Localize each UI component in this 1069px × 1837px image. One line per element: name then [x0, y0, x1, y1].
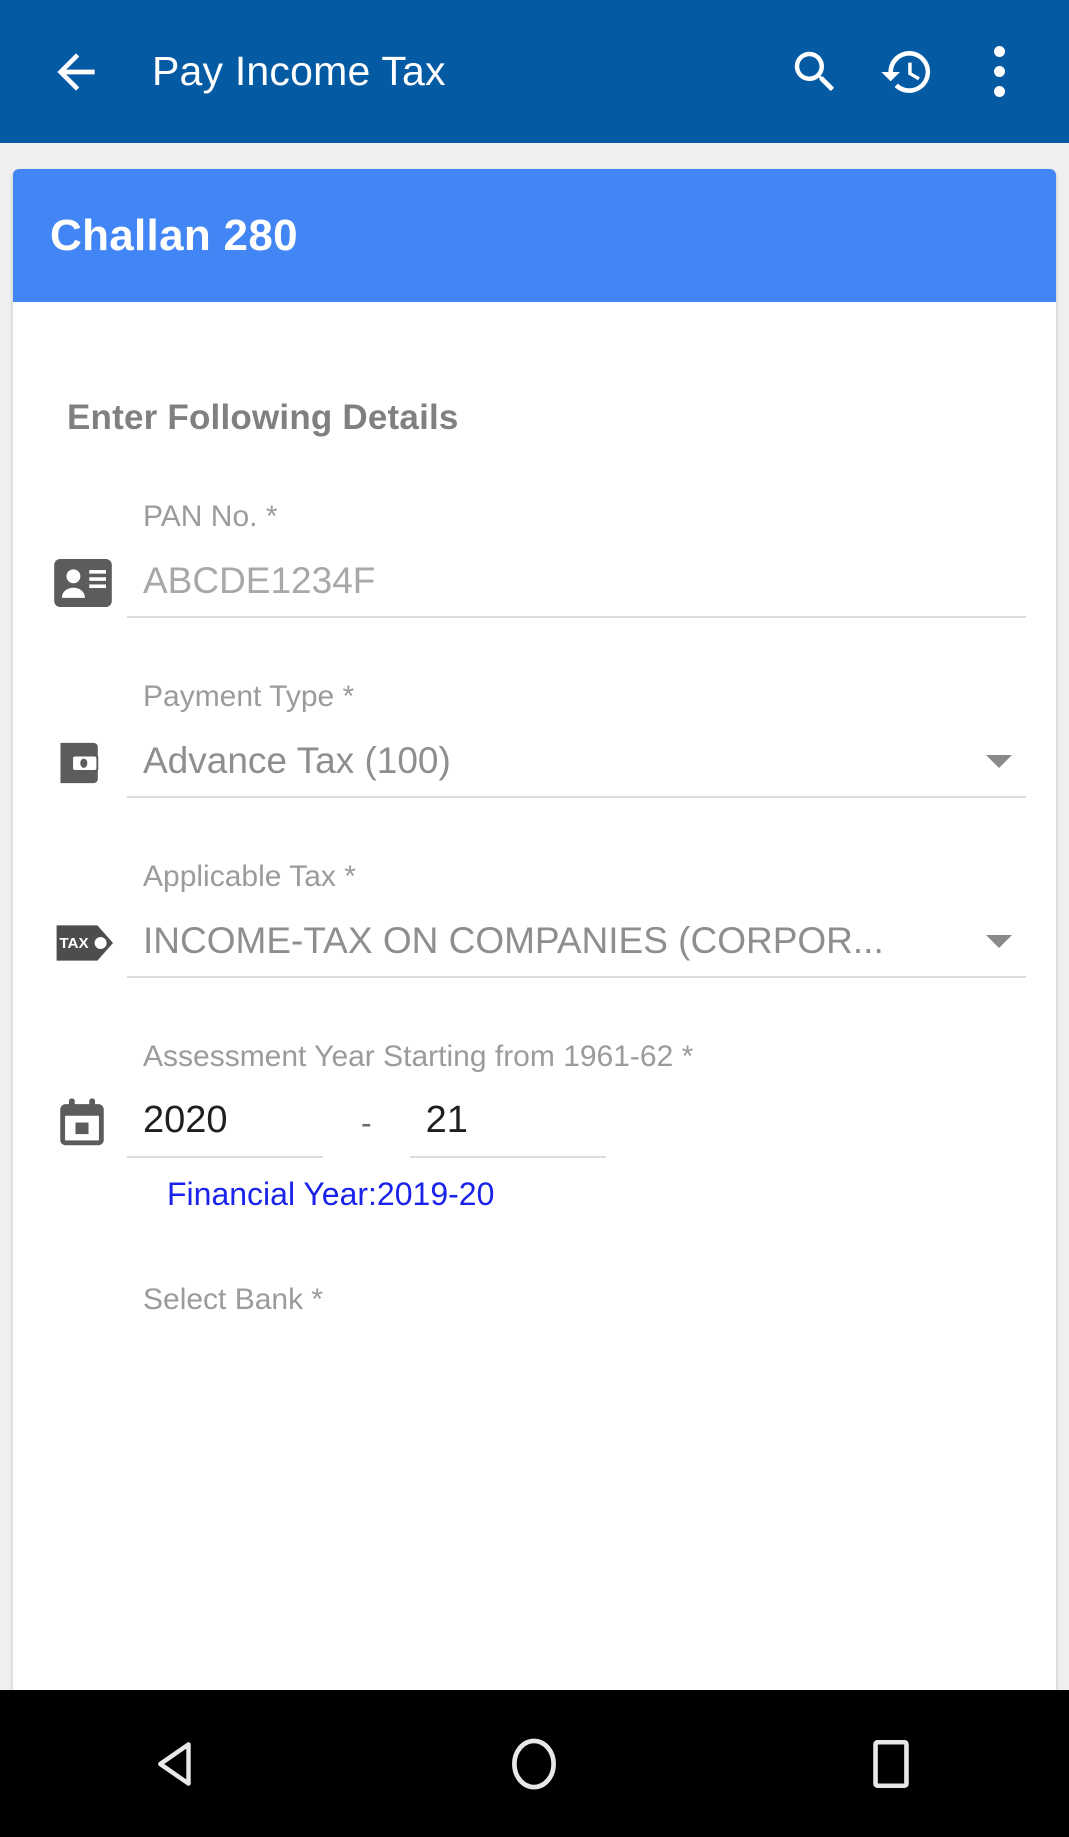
more-vert-icon: [993, 46, 1005, 97]
tax-tag-icon: TAX: [53, 914, 127, 978]
assessment-year-end-input[interactable]: 21: [409, 1096, 606, 1158]
back-button[interactable]: [28, 24, 124, 120]
applicable-tax-select[interactable]: INCOME-TAX ON COMPANIES (CORPOR...: [127, 916, 1026, 978]
calendar-icon: [53, 1094, 127, 1158]
card-title: Challan 280: [50, 210, 298, 260]
overflow-menu-button[interactable]: [953, 26, 1045, 118]
app-bar-title: Pay Income Tax: [152, 48, 446, 94]
nav-home-button[interactable]: [459, 1714, 609, 1814]
wallet-icon: [53, 734, 127, 798]
chevron-down-icon: [986, 755, 1012, 768]
field-payment-type: Payment Type * Advance Tax (100): [13, 680, 1056, 798]
financial-year-text: Financial Year:2019-20: [167, 1176, 495, 1212]
assessment-year-end-value: 21: [425, 1099, 468, 1141]
select-bank-label: Select Bank *: [143, 1283, 324, 1316]
svg-text:TAX: TAX: [59, 935, 88, 952]
android-navigation-bar: [0, 1690, 1069, 1837]
search-button[interactable]: [769, 26, 861, 118]
assessment-year-start-value: 2020: [143, 1099, 228, 1141]
card-body: Enter Following Details PAN No. * ABCDE1…: [13, 398, 1056, 1357]
applicable-tax-label: Applicable Tax *: [143, 860, 356, 893]
app-bar-actions: [769, 26, 1069, 118]
pan-input[interactable]: ABCDE1234F: [127, 556, 1026, 618]
challan-card: Challan 280 Enter Following Details PAN …: [13, 169, 1056, 1690]
applicable-tax-row: TAX INCOME-TAX ON COMPANIES (CORPOR...: [53, 914, 1026, 978]
payment-type-value: Advance Tax (100): [143, 740, 451, 781]
assessment-year-separator: -: [361, 1105, 372, 1141]
applicable-tax-value: INCOME-TAX ON COMPANIES (CORPOR...: [143, 920, 884, 961]
nav-back-triangle-icon: [158, 1741, 191, 1786]
history-icon: [881, 50, 931, 93]
pan-input-placeholder: ABCDE1234F: [143, 560, 376, 601]
assessment-year-start-input[interactable]: 2020: [127, 1096, 323, 1158]
section-heading: Enter Following Details: [67, 398, 459, 437]
pan-row: ABCDE1234F: [53, 554, 1026, 618]
field-select-bank: Select Bank *: [13, 1283, 1056, 1317]
contact-card-icon: [53, 554, 127, 618]
arrow-back-icon: [57, 52, 95, 91]
search-icon: [794, 51, 835, 91]
history-button[interactable]: [861, 26, 953, 118]
assessment-year-label: Assessment Year Starting from 1961-62 *: [143, 1040, 694, 1073]
pan-label: PAN No. *: [143, 500, 278, 533]
card-header: Challan 280: [13, 169, 1056, 302]
field-applicable-tax: Applicable Tax * TAX INCOME-TAX ON COMPA…: [13, 860, 1056, 978]
payment-type-select[interactable]: Advance Tax (100): [127, 736, 1026, 798]
field-assessment-year: Assessment Year Starting from 1961-62 * …: [13, 1040, 1056, 1213]
field-pan: PAN No. * ABCDE1234F: [13, 500, 1056, 618]
nav-back-button[interactable]: [103, 1714, 253, 1814]
payment-type-label: Payment Type *: [143, 680, 355, 713]
nav-recents-square-icon: [873, 1739, 909, 1788]
app-bar: Pay Income Tax: [0, 0, 1069, 143]
page-scroll-area[interactable]: Challan 280 Enter Following Details PAN …: [0, 143, 1069, 1690]
payment-type-row: Advance Tax (100): [53, 734, 1026, 798]
assessment-year-row: 2020 - 21: [53, 1094, 1026, 1158]
chevron-down-icon: [986, 935, 1012, 948]
nav-home-circle-icon: [512, 1738, 557, 1789]
nav-recents-button[interactable]: [816, 1714, 966, 1814]
